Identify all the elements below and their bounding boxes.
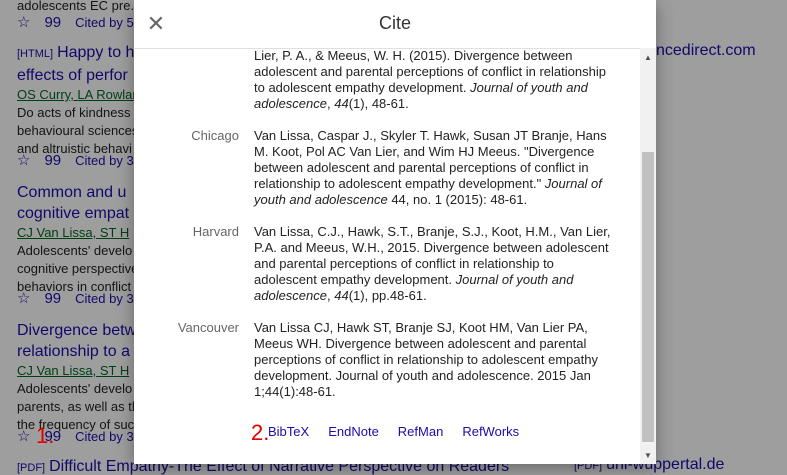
scroll-down-arrow-icon[interactable]: ▼ [640,448,656,464]
bibtex-link[interactable]: BibTeX [268,424,309,439]
scroll-up-arrow-icon[interactable]: ▲ [640,48,656,64]
dialog-header: ✕ Cite [134,0,656,49]
dialog-title: Cite [378,13,411,33]
refworks-link[interactable]: RefWorks [462,424,519,439]
annotation-marker-2: 2. [251,420,270,445]
endnote-link[interactable]: EndNote [328,424,379,439]
refman-link[interactable]: RefMan [398,424,444,439]
citation-style-label: Vancouver [177,320,239,335]
citation-text[interactable]: Lier, P. A., & Meeus, W. H. (2015). Dive… [254,48,620,112]
export-links: BibTeX EndNote RefMan RefWorks [268,424,519,439]
scrollbar-thumb[interactable] [642,152,654,442]
cite-dialog: ✕ Cite Lier, P. A., & Meeus, W. H. (2015… [134,0,656,464]
citation-style-label: Chicago [191,128,239,143]
citation-style-label: Harvard [192,224,239,239]
annotation-marker-1: 1. [36,423,55,448]
citation-text[interactable]: Van Lissa, C.J., Hawk, S.T., Branje, S.J… [254,224,620,304]
citation-text[interactable]: Van Lissa, Caspar J., Skyler T. Hawk, Su… [254,128,620,208]
citation-text[interactable]: Van Lissa CJ, Hawk ST, Branje SJ, Koot H… [254,320,620,400]
citation-list: Lier, P. A., & Meeus, W. H. (2015). Dive… [134,48,640,464]
dialog-scrollbar[interactable]: ▲ ▼ [640,48,656,464]
